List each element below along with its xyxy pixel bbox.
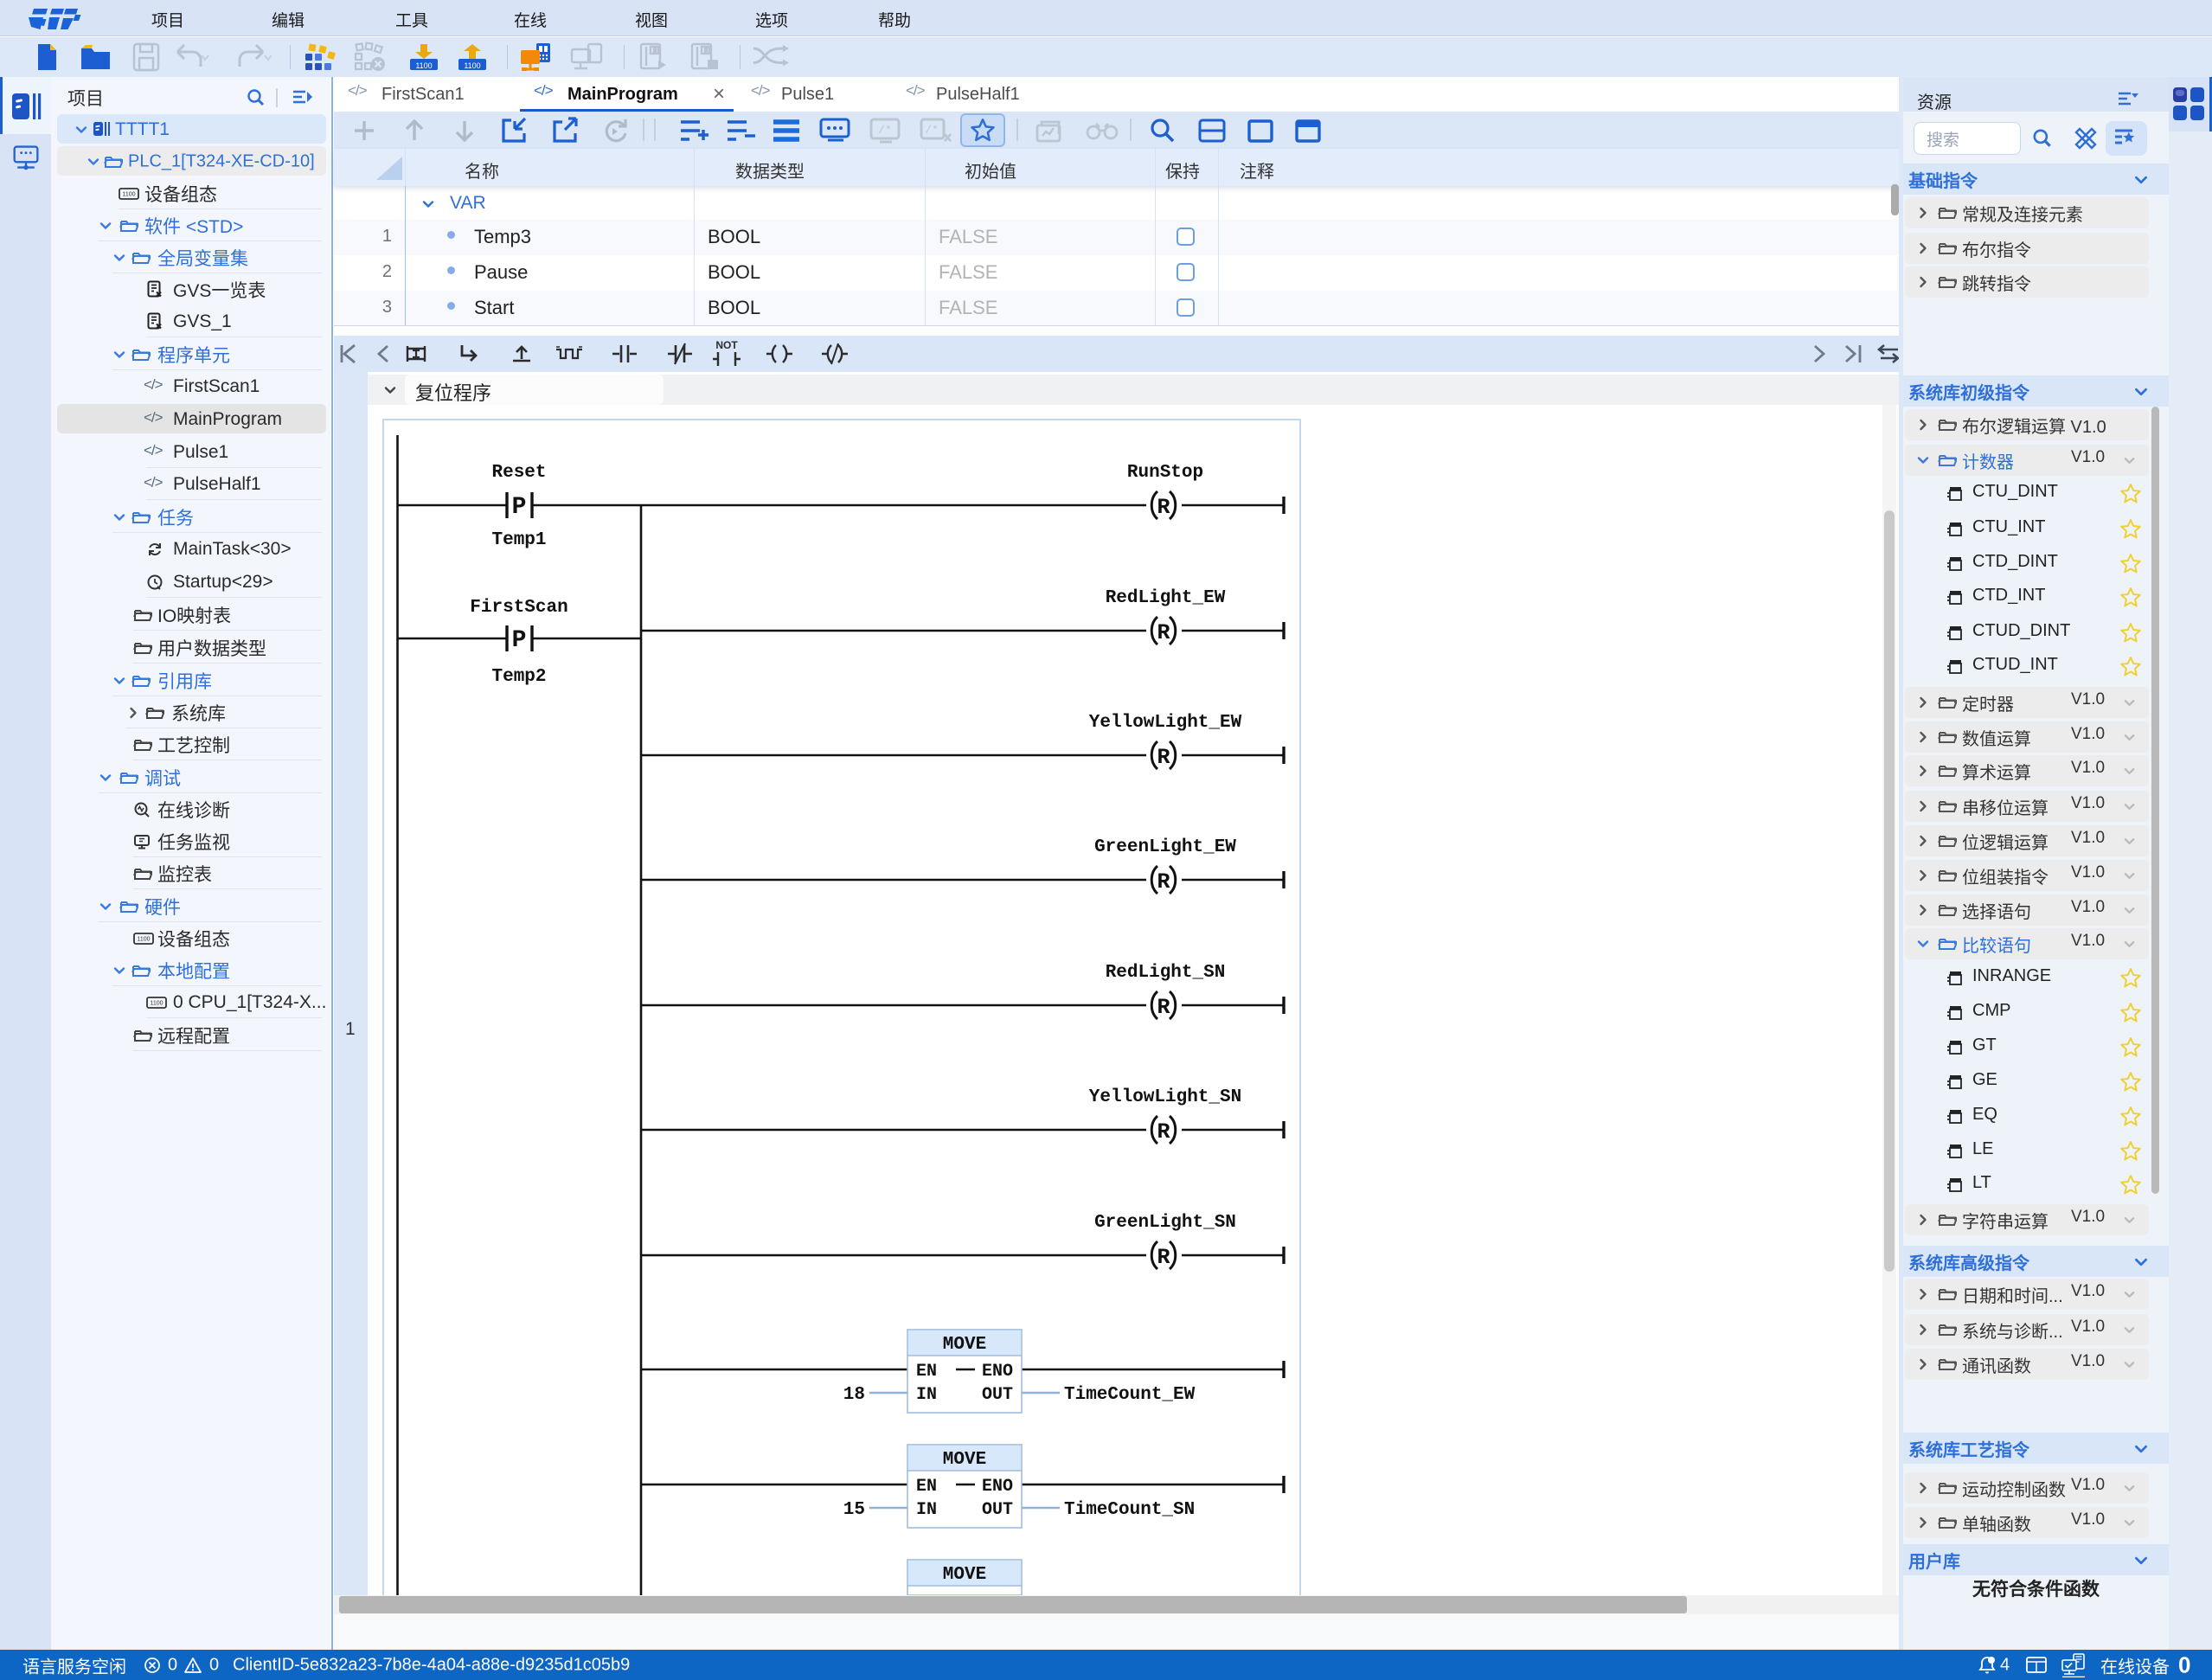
svg-text:P: P: [512, 627, 527, 654]
svg-text:MOVE: MOVE: [943, 1450, 986, 1470]
svg-text:IN: IN: [916, 1500, 937, 1520]
svg-text:R: R: [1157, 869, 1170, 895]
svg-text:GreenLight_SN: GreenLight_SN: [1094, 1213, 1236, 1233]
svg-text:1100: 1100: [464, 61, 480, 70]
svg-text:MOVE: MOVE: [943, 1565, 986, 1585]
svg-text:FirstScan: FirstScan: [470, 598, 567, 618]
svg-text:OUT: OUT: [982, 1385, 1013, 1405]
svg-text:TimeCount_EW: TimeCount_EW: [1064, 1385, 1196, 1405]
svg-text:TimeCount_SN: TimeCount_SN: [1064, 1500, 1195, 1520]
svg-text:P: P: [512, 494, 527, 521]
svg-text:NOT: NOT: [715, 339, 738, 351]
svg-text:R: R: [1157, 1119, 1170, 1145]
svg-text:Temp1: Temp1: [491, 530, 546, 550]
svg-text:Reset: Reset: [491, 463, 546, 483]
svg-text:R: R: [1157, 1245, 1170, 1270]
svg-text:GreenLight_EW: GreenLight_EW: [1094, 837, 1236, 857]
svg-text:YellowLight_EW: YellowLight_EW: [1089, 713, 1242, 733]
svg-text:YellowLight_SN: YellowLight_SN: [1089, 1087, 1241, 1107]
svg-text:RunStop: RunStop: [1127, 463, 1203, 483]
svg-text:RedLight_EW: RedLight_EW: [1106, 588, 1226, 608]
svg-text:R: R: [1157, 995, 1170, 1020]
svg-text:OUT: OUT: [982, 1500, 1013, 1520]
svg-text:MOVE: MOVE: [943, 1335, 986, 1355]
svg-text:R: R: [1157, 620, 1170, 645]
svg-text:R: R: [1157, 495, 1170, 520]
svg-text:/*: /*: [925, 124, 939, 137]
svg-text:IN: IN: [916, 1385, 937, 1405]
svg-text:Temp2: Temp2: [491, 667, 546, 687]
svg-text:R: R: [1157, 745, 1170, 770]
svg-text:15: 15: [843, 1500, 865, 1520]
svg-text:EN: EN: [916, 1477, 937, 1497]
svg-text:ENO: ENO: [982, 1362, 1013, 1382]
svg-text:1100: 1100: [415, 61, 432, 70]
svg-text:ENO: ENO: [982, 1477, 1013, 1497]
svg-text:RedLight_SN: RedLight_SN: [1106, 963, 1226, 983]
svg-text:EN: EN: [916, 1362, 937, 1382]
svg-text:/*: /*: [878, 124, 892, 137]
svg-text:18: 18: [843, 1385, 865, 1405]
